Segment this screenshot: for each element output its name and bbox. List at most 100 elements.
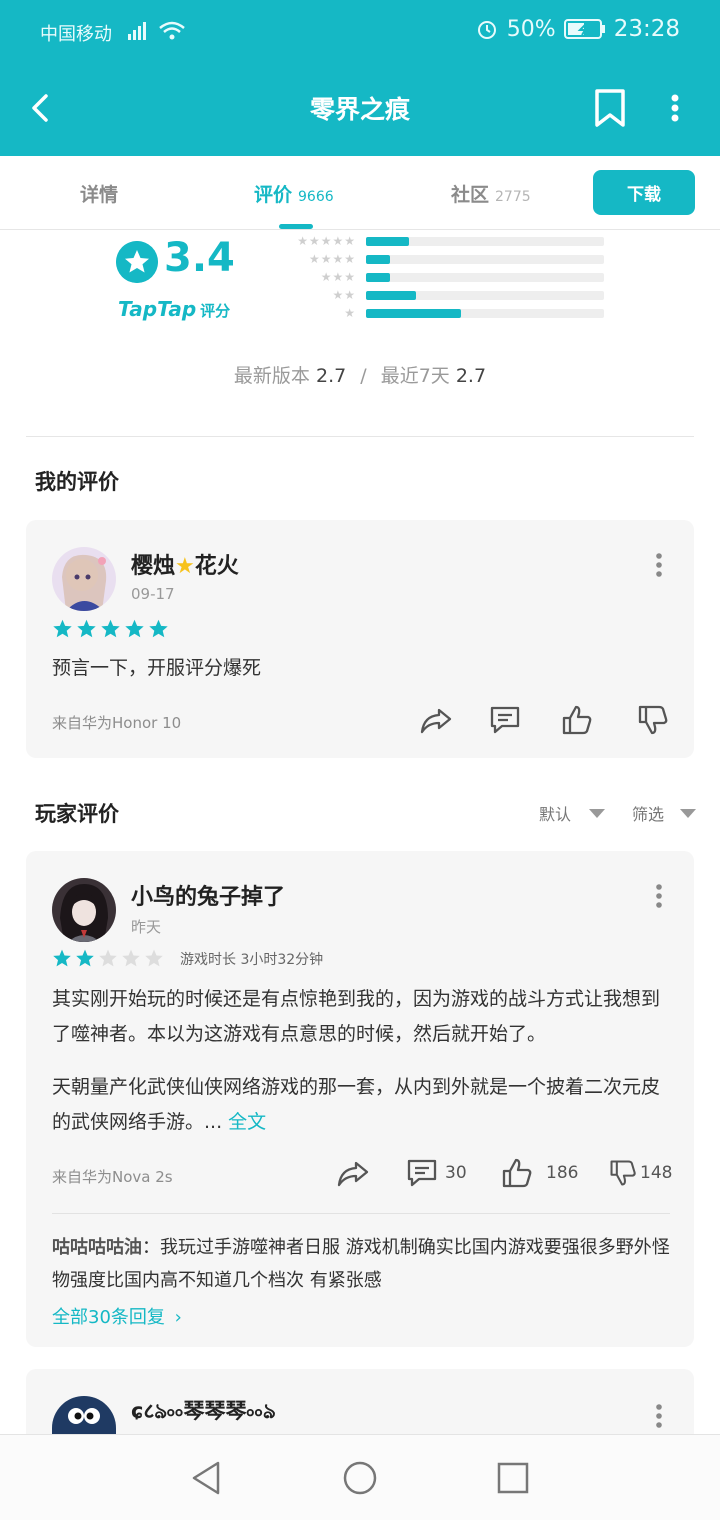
reviewer-name[interactable]: 樱烛★花火 <box>131 548 239 580</box>
avatar[interactable] <box>52 547 116 611</box>
version-ratings: 最新版本 2.7 / 最近7天 2.7 <box>0 361 720 388</box>
signal-wifi-icon <box>128 21 185 40</box>
tab-reviews[interactable]: 评价 9666 <box>254 180 334 207</box>
star-rating <box>52 618 169 639</box>
thumbs-up-icon <box>502 1158 532 1188</box>
rating-score: 3.4 <box>164 235 235 281</box>
share-icon[interactable] <box>336 1157 370 1189</box>
like-count: 186 <box>546 1163 579 1183</box>
star-rating <box>52 948 164 968</box>
my-review-card: 樱烛★花火 09-17 预言一下，开服评分爆死 来自华为Honor 10 <box>26 520 694 758</box>
comment-icon[interactable] <box>488 704 522 736</box>
comment-button[interactable]: 30 <box>405 1157 467 1189</box>
sort-label: 默认 <box>539 805 572 824</box>
nav-recents-icon[interactable] <box>495 1459 531 1497</box>
review-card: 小鸟的兔子掉了 昨天 游戏时长 3小时32分钟 其实刚开始玩的时候还是有点惊艳到… <box>26 851 694 1347</box>
more-vertical-icon[interactable] <box>654 883 664 909</box>
star-filled-icon <box>76 949 94 967</box>
battery-percent: 50% <box>506 16 556 42</box>
distribution-stars: ★★★ <box>320 270 356 284</box>
reply-author[interactable]: 咕咕咕咕油 <box>52 1237 142 1258</box>
star-filled-icon <box>53 619 72 638</box>
read-more-link[interactable]: 全文 <box>228 1111 266 1133</box>
tab-count: 9666 <box>298 189 334 205</box>
distribution-stars: ★ <box>344 306 356 320</box>
device-label: 来自华为Honor 10 <box>52 714 182 732</box>
device-label: 来自华为Nova 2s <box>52 1168 173 1186</box>
name-part: 花火 <box>194 554 239 579</box>
distribution-bar <box>366 308 462 318</box>
chevron-down-icon <box>680 808 697 818</box>
reply-preview: 咕咕咕咕油：我玩过手游噬神者日服 游戏机制确实比国内游戏要强很多野外怪物强度比国… <box>52 1231 672 1297</box>
tab-community[interactable]: 社区 2775 <box>451 180 531 207</box>
star-empty-icon <box>145 949 163 967</box>
status-bar: 中国移动 50% 23:28 <box>0 0 720 62</box>
battery-icon <box>563 19 605 39</box>
more-vertical-icon[interactable] <box>654 1403 664 1429</box>
review-text: 其实刚开始玩的时候还是有点惊艳到我的，因为游戏的战斗方式让我想到了噬神者。本以为… <box>52 988 661 1045</box>
avatar[interactable] <box>52 1396 116 1439</box>
distribution-row: ★ <box>270 306 604 320</box>
nav-home-icon[interactable] <box>342 1459 378 1497</box>
brand-name: TapTap <box>118 297 197 321</box>
star-filled-icon <box>53 949 71 967</box>
like-button[interactable]: 186 <box>500 1157 578 1189</box>
distribution-bar <box>366 290 416 300</box>
latest-version-label: 最新版本 <box>233 365 310 387</box>
sort-dropdown[interactable]: 默认 <box>539 801 606 825</box>
tab-details[interactable]: 详情 <box>80 180 118 207</box>
thumbs-up-icon[interactable] <box>560 704 594 736</box>
review-text: 预言一下，开服评分爆死 <box>52 657 262 679</box>
tab-label: 社区 <box>451 184 490 206</box>
rating-summary: 3.4 TapTap 评分 ★★★★★ ★★★★ ★★★ ★★ ★ 最新版本 2.7 / … <box>0 231 720 436</box>
avatar[interactable] <box>52 878 116 942</box>
tab-label: 详情 <box>80 184 119 206</box>
separator: / <box>360 365 367 387</box>
chevron-down-icon <box>589 808 606 818</box>
distribution-bar <box>366 236 409 246</box>
brand-sub: 评分 <box>200 302 231 320</box>
thumbs-down-icon <box>610 1160 636 1186</box>
review-date: 昨天 <box>131 918 162 936</box>
playtime-label: 游戏时长 3小时32分钟 <box>180 952 324 968</box>
reviewer-name[interactable]: ɕ८ঌ৹৹琴琴琴৹৹ঌ <box>131 1395 276 1430</box>
name-part: 樱烛 <box>131 554 176 579</box>
reviewer-name[interactable]: 小鸟的兔子掉了 <box>131 879 285 911</box>
dislike-button[interactable]: 148 <box>608 1157 672 1189</box>
filter-label: 筛选 <box>632 805 665 824</box>
distribution-stars: ★★★★ <box>308 252 356 266</box>
review-card: ɕ८ঌ৹৹琴琴琴৹৹ঌ <box>26 1369 694 1439</box>
review-date: 09-17 <box>131 585 175 603</box>
distribution-track <box>366 272 604 282</box>
divider <box>26 436 694 437</box>
tab-count: 2775 <box>495 189 531 205</box>
star-empty-icon <box>99 949 117 967</box>
comment-icon <box>407 1159 437 1187</box>
distribution-track <box>366 254 604 264</box>
star-empty-icon <box>122 949 140 967</box>
comment-count: 30 <box>445 1163 467 1183</box>
distribution-track <box>366 236 604 246</box>
all-replies-link[interactable]: 全部30条回复 › <box>52 1303 182 1329</box>
nav-back-icon[interactable] <box>188 1459 224 1497</box>
bookmark-icon[interactable] <box>592 88 628 128</box>
star-filled-icon <box>77 619 96 638</box>
distribution-row: ★★★ <box>270 270 604 284</box>
recent-value: 2.7 <box>455 365 487 387</box>
distribution-row: ★★★★★ <box>270 234 604 248</box>
more-vertical-icon[interactable] <box>660 90 690 130</box>
dislike-count: 148 <box>640 1163 673 1183</box>
avatar-image <box>52 878 116 942</box>
share-icon[interactable] <box>419 704 453 736</box>
distribution-track <box>366 308 604 318</box>
clock: 23:28 <box>613 16 680 42</box>
avatar-image <box>52 547 116 611</box>
chevron-right-icon: › <box>174 1307 182 1328</box>
download-button[interactable]: 下载 <box>593 170 695 215</box>
thumbs-down-icon[interactable] <box>636 704 670 736</box>
filter-dropdown[interactable]: 筛选 <box>632 801 697 825</box>
distribution-stars: ★★ <box>332 288 356 302</box>
all-replies-label: 全部30条回复 <box>52 1307 165 1328</box>
divider <box>52 1213 670 1214</box>
more-vertical-icon[interactable] <box>654 552 664 578</box>
